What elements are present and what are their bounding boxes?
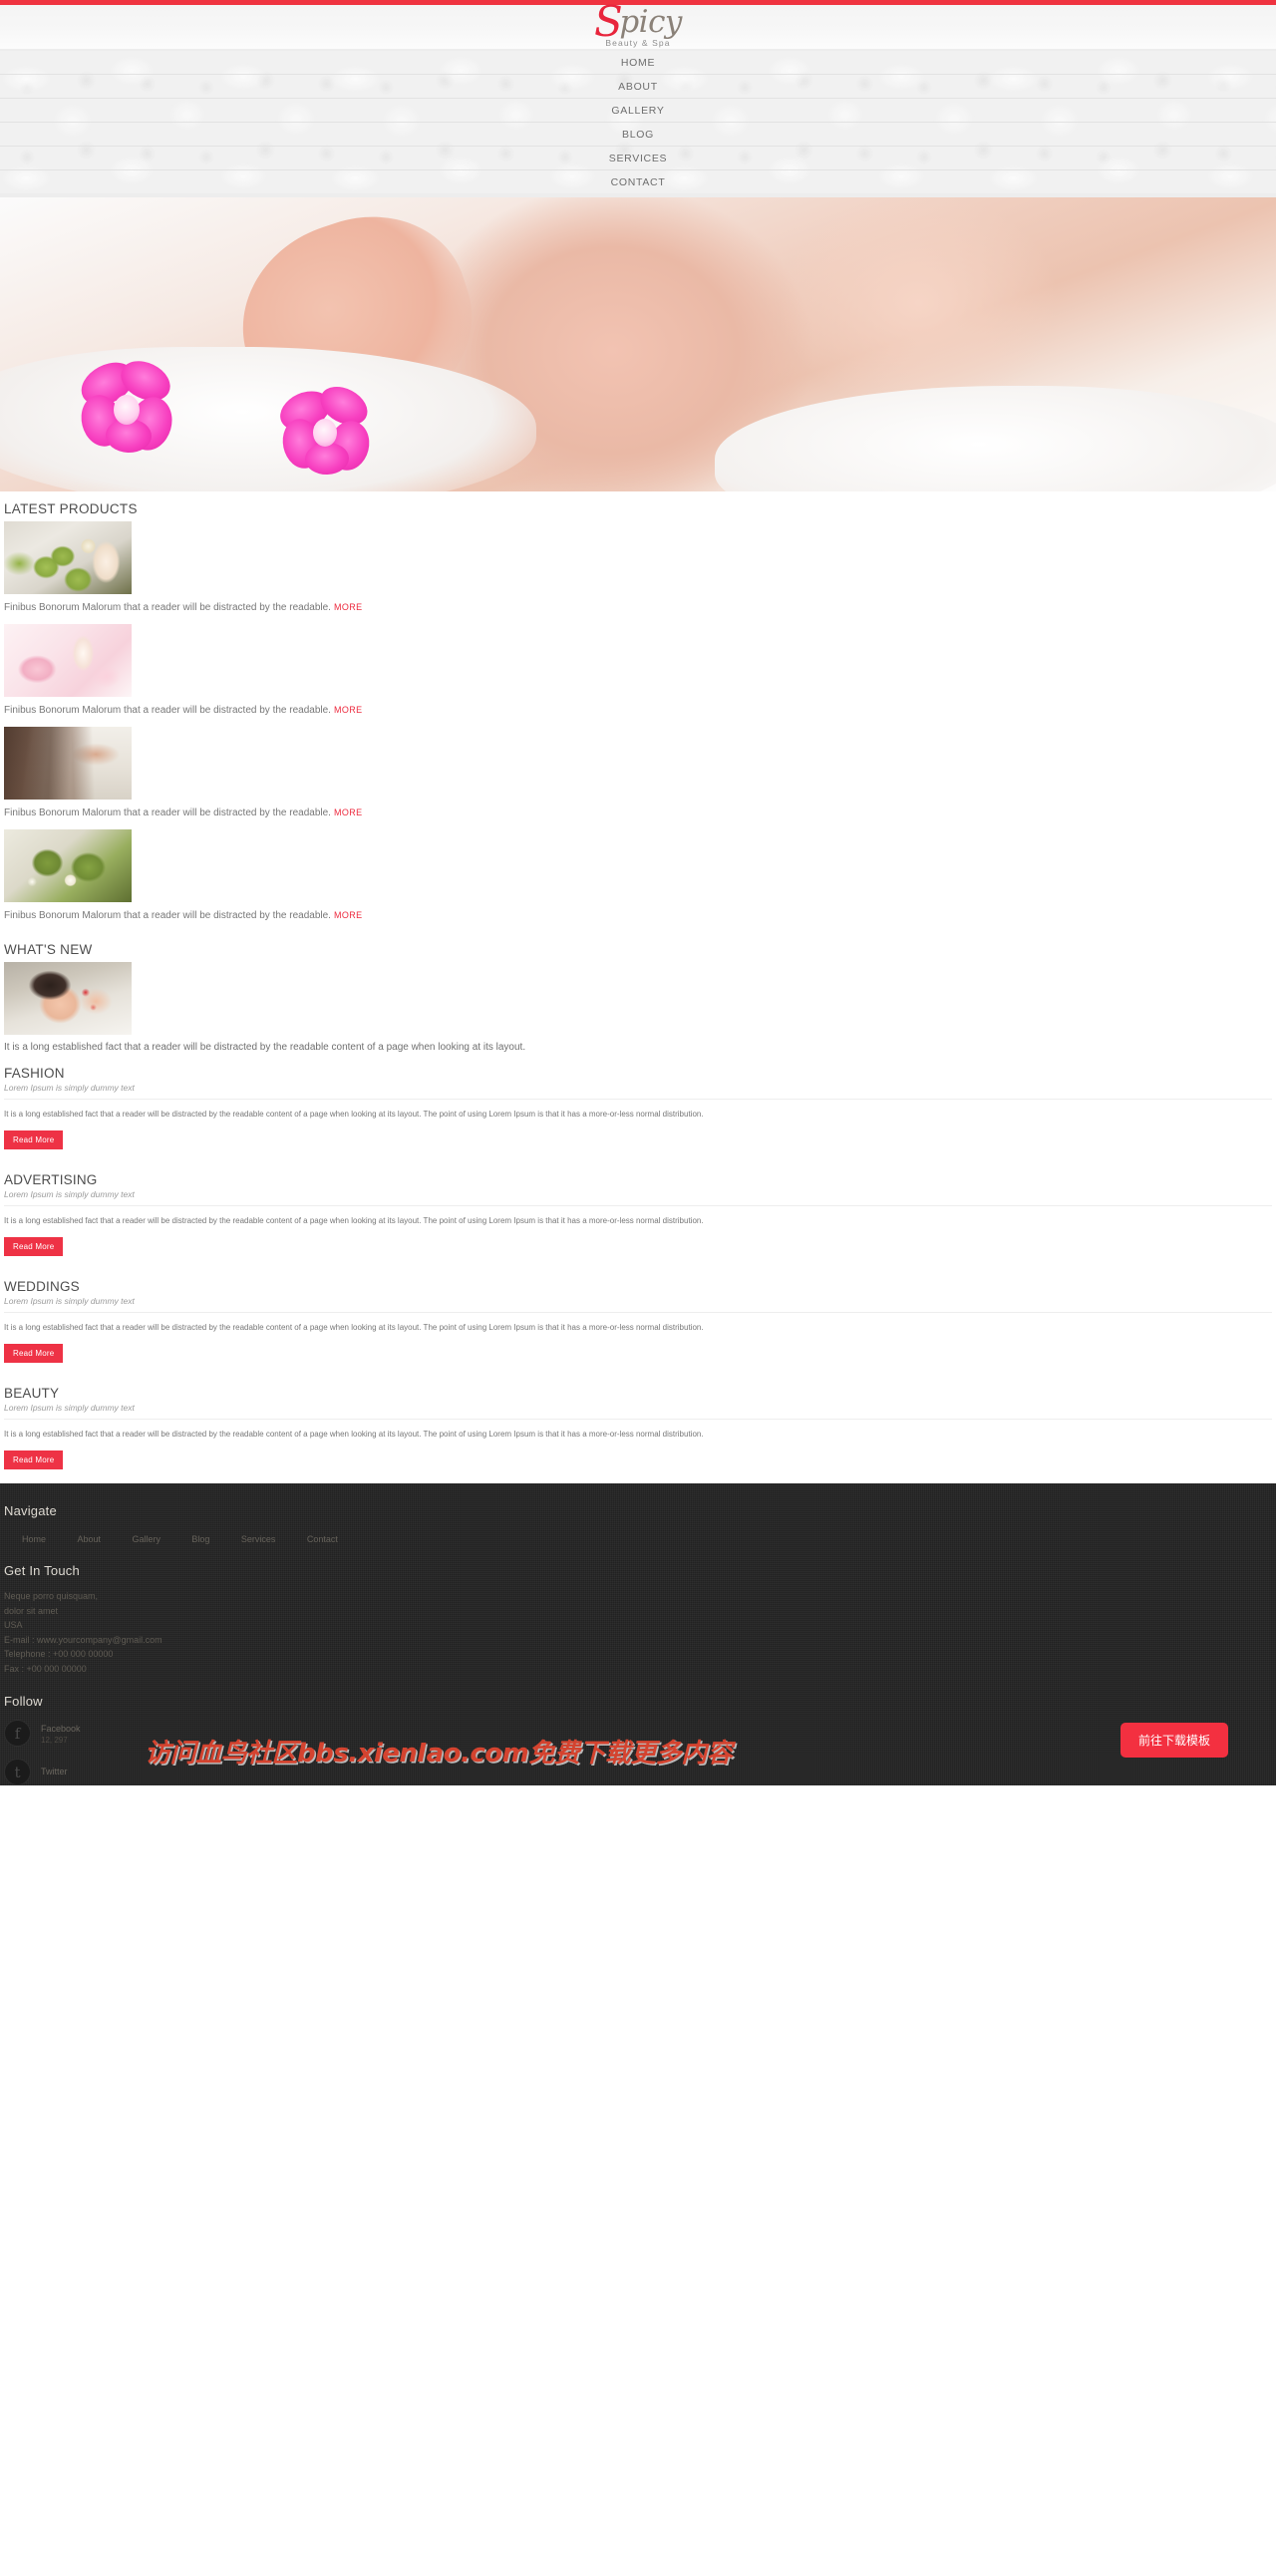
footer-link-services[interactable]: Services <box>241 1534 276 1544</box>
read-more-button[interactable]: Read More <box>4 1130 64 1149</box>
footer-link-about[interactable]: About <box>77 1534 101 1544</box>
site-footer: Navigate Home About Gallery Blog Service… <box>0 1483 1276 1786</box>
footer-contact-details: Neque porro quisquam, dolor sit amet USA… <box>4 1589 1272 1676</box>
logo-tagline: Beauty & Spa <box>605 38 671 48</box>
product-description: Finibus Bonorum Malorum that a reader wi… <box>0 594 1276 621</box>
footer-contact-heading: Get In Touch <box>4 1563 80 1578</box>
social-network-name: Twitter <box>41 1767 68 1777</box>
blog-post-title: BEAUTY <box>4 1386 60 1401</box>
nav-item-contact[interactable]: CONTACT <box>0 170 1276 193</box>
product-more-link[interactable]: MORE <box>334 910 363 920</box>
latest-products-section: LATEST PRODUCTS Finibus Bonorum Malorum … <box>0 491 1276 932</box>
read-more-button[interactable]: Read More <box>4 1237 64 1256</box>
logo-wordmark: Spicy <box>594 1 682 43</box>
facebook-icon[interactable]: f <box>4 1720 31 1748</box>
blog-post-body: It is a long established fact that a rea… <box>4 1323 704 1332</box>
product-description-text: Finibus Bonorum Malorum that a reader wi… <box>4 910 331 921</box>
whats-new-section: WHAT'S NEW It is a long established fact… <box>0 932 1276 1057</box>
product-description-text: Finibus Bonorum Malorum that a reader wi… <box>4 705 331 716</box>
blog-post-title: WEDDINGS <box>4 1279 80 1294</box>
blog-post-subtitle: Lorem Ipsum is simply dummy text <box>4 1081 1272 1100</box>
orchid-flower-right <box>273 379 375 479</box>
product-description: Finibus Bonorum Malorum that a reader wi… <box>0 697 1276 724</box>
blog-section: FASHION Lorem Ipsum is simply dummy text… <box>0 1057 1276 1483</box>
read-more-button[interactable]: Read More <box>4 1450 64 1469</box>
whats-new-description: It is a long established fact that a rea… <box>4 1042 526 1053</box>
latest-products-heading: LATEST PRODUCTS <box>4 501 138 516</box>
site-header: Spicy Beauty & Spa <box>0 1 1276 49</box>
blog-post-subtitle: Lorem Ipsum is simply dummy text <box>4 1401 1272 1420</box>
footer-link-home[interactable]: Home <box>22 1534 46 1544</box>
nav-item-services[interactable]: SERVICES <box>0 147 1276 170</box>
logo-rest: picy <box>619 4 682 40</box>
footer-link-contact[interactable]: Contact <box>307 1534 338 1544</box>
blog-post-weddings: WEDDINGS Lorem Ipsum is simply dummy tex… <box>0 1270 1276 1377</box>
logo-initial: S <box>594 0 623 46</box>
product-image-pink-spa[interactable] <box>4 624 132 697</box>
site-logo[interactable]: Spicy Beauty & Spa <box>0 1 1276 48</box>
product-image-spa-candles[interactable] <box>4 521 132 594</box>
blog-post-body: It is a long established fact that a rea… <box>4 1110 704 1119</box>
address-line-1: Neque porro quisquam, <box>4 1591 99 1601</box>
nav-item-blog[interactable]: BLOG <box>0 123 1276 147</box>
product-item: Finibus Bonorum Malorum that a reader wi… <box>0 624 1276 727</box>
footer-follow-heading: Follow <box>4 1694 43 1710</box>
product-image-green-spa-stones[interactable] <box>4 829 132 902</box>
product-image-makeup-brushes[interactable] <box>4 727 132 800</box>
product-description: Finibus Bonorum Malorum that a reader wi… <box>0 800 1276 826</box>
product-item: Finibus Bonorum Malorum that a reader wi… <box>0 829 1276 932</box>
twitter-icon[interactable]: t <box>4 1759 31 1786</box>
download-template-button[interactable]: 前往下载模板 <box>1119 1723 1228 1759</box>
product-item: Finibus Bonorum Malorum that a reader wi… <box>0 521 1276 624</box>
contact-fax: Fax : +00 000 00000 <box>4 1663 87 1674</box>
product-more-link[interactable]: MORE <box>334 602 363 612</box>
main-navigation: HOME ABOUT GALLERY BLOG SERVICES CONTACT <box>0 49 1276 197</box>
address-line-2: dolor sit amet <box>4 1605 59 1616</box>
blog-post-fashion: FASHION Lorem Ipsum is simply dummy text… <box>0 1057 1276 1163</box>
blog-post-body: It is a long established fact that a rea… <box>4 1216 704 1225</box>
address-country: USA <box>4 1620 23 1631</box>
product-description: Finibus Bonorum Malorum that a reader wi… <box>0 902 1276 929</box>
blog-post-body: It is a long established fact that a rea… <box>4 1430 704 1439</box>
contact-email: E-mail : www.yourcompany@gmail.com <box>4 1634 162 1645</box>
nav-item-gallery[interactable]: GALLERY <box>0 99 1276 123</box>
social-item-facebook[interactable]: f Facebook 12, 297 <box>4 1720 1272 1748</box>
orchid-flower-left <box>74 353 178 461</box>
product-description-text: Finibus Bonorum Malorum that a reader wi… <box>4 602 331 613</box>
footer-navigation: Home About Gallery Blog Services Contact <box>4 1529 1272 1547</box>
hero-banner <box>0 197 1276 491</box>
nav-item-about[interactable]: ABOUT <box>0 75 1276 99</box>
blog-post-subtitle: Lorem Ipsum is simply dummy text <box>4 1294 1272 1313</box>
blog-post-title: ADVERTISING <box>4 1172 98 1187</box>
product-more-link[interactable]: MORE <box>334 807 363 817</box>
product-item: Finibus Bonorum Malorum that a reader wi… <box>0 727 1276 829</box>
contact-telephone: Telephone : +00 000 00000 <box>4 1649 114 1660</box>
blog-post-beauty: BEAUTY Lorem Ipsum is simply dummy text … <box>0 1377 1276 1483</box>
social-follower-count: 12, 297 <box>41 1735 68 1745</box>
product-more-link[interactable]: MORE <box>334 705 363 715</box>
social-item-twitter[interactable]: t Twitter <box>4 1759 1272 1786</box>
footer-link-gallery[interactable]: Gallery <box>132 1534 160 1544</box>
social-meta: Twitter <box>41 1766 68 1778</box>
social-meta: Facebook 12, 297 <box>41 1723 81 1745</box>
nav-item-home[interactable]: HOME <box>0 51 1276 75</box>
whats-new-image-massage[interactable] <box>4 962 132 1035</box>
blog-post-advertising: ADVERTISING Lorem Ipsum is simply dummy … <box>0 1163 1276 1270</box>
blog-post-title: FASHION <box>4 1066 65 1081</box>
footer-navigate-heading: Navigate <box>4 1503 57 1518</box>
read-more-button[interactable]: Read More <box>4 1344 64 1363</box>
product-description-text: Finibus Bonorum Malorum that a reader wi… <box>4 807 331 818</box>
whats-new-heading: WHAT'S NEW <box>4 942 93 957</box>
social-network-name: Facebook <box>41 1723 81 1734</box>
blog-post-subtitle: Lorem Ipsum is simply dummy text <box>4 1187 1272 1206</box>
footer-link-blog[interactable]: Blog <box>191 1534 209 1544</box>
